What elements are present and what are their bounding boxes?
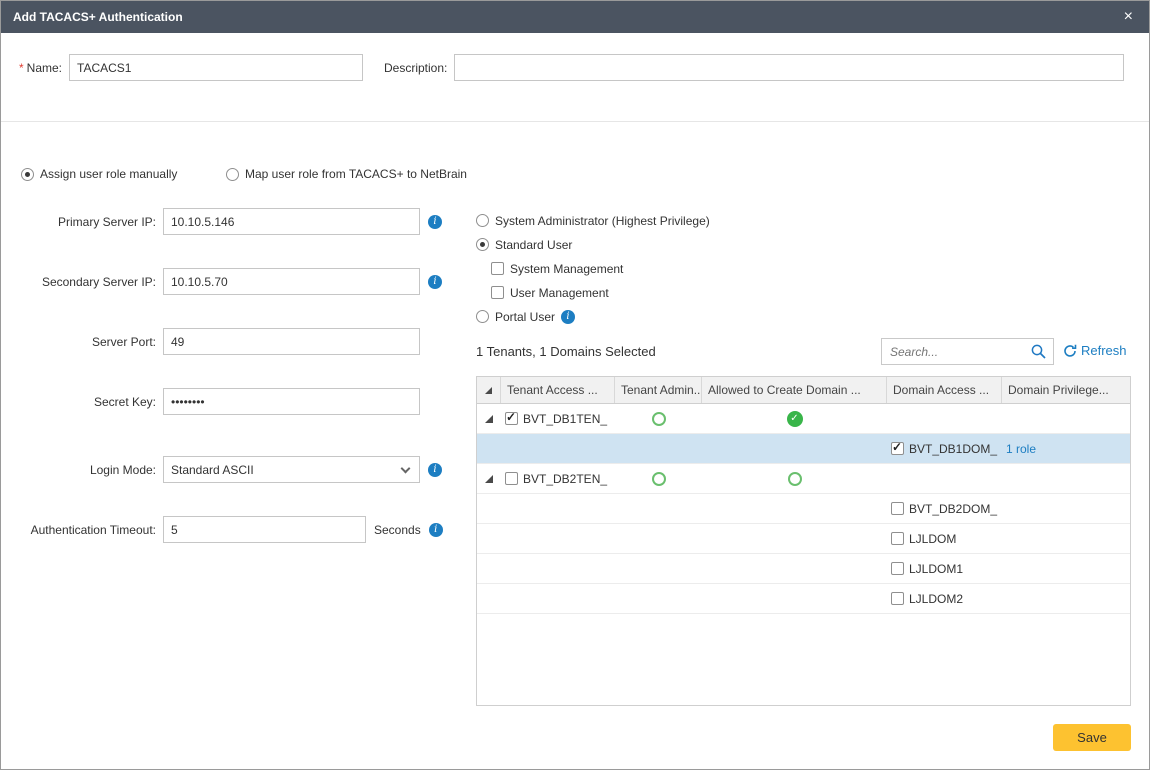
search-input[interactable] (888, 344, 1030, 360)
domain-label: LJLDOM2 (909, 592, 963, 606)
auth-timeout-label: Authentication Timeout: (1, 523, 156, 537)
tenant-domain-table: Tenant Access ... Tenant Admin... Allowe… (476, 376, 1131, 706)
col-tenant-admin[interactable]: Tenant Admin... (615, 377, 702, 403)
user-management-label: User Management (510, 286, 609, 300)
domain-checkbox[interactable] (891, 502, 904, 515)
col-tenant-access[interactable]: Tenant Access ... (501, 377, 615, 403)
secondary-server-ip-label: Secondary Server IP: (1, 275, 156, 289)
server-port-label: Server Port: (1, 335, 156, 349)
expander-icon[interactable] (485, 475, 493, 483)
system-management-checkbox[interactable] (491, 262, 504, 275)
role-count-link[interactable]: 1 role (1006, 442, 1036, 456)
description-input[interactable] (454, 54, 1124, 81)
table-row-domain[interactable]: LJLDOM (477, 524, 1130, 554)
assign-manually-label: Assign user role manually (40, 167, 177, 181)
assign-manually-radio[interactable] (21, 168, 34, 181)
info-icon[interactable] (429, 523, 443, 537)
auth-timeout-input[interactable] (163, 516, 366, 543)
allowed-create-none-icon (788, 472, 802, 486)
login-mode-value: Standard ASCII (171, 463, 254, 477)
col-allowed-create-domain[interactable]: Allowed to Create Domain ... (702, 377, 887, 403)
map-role-radio[interactable] (226, 168, 239, 181)
server-port-input[interactable] (163, 328, 420, 355)
add-tacacs-dialog: Add TACACS+ Authentication × * Name: Des… (0, 0, 1150, 770)
tenant-admin-none-icon (652, 412, 666, 426)
allowed-create-granted-icon (787, 411, 803, 427)
info-icon[interactable] (428, 215, 442, 229)
refresh-label: Refresh (1081, 343, 1127, 358)
dialog-titlebar: Add TACACS+ Authentication × (1, 1, 1149, 33)
login-mode-label: Login Mode: (1, 463, 156, 477)
selection-summary: 1 Tenants, 1 Domains Selected (476, 344, 656, 359)
name-input[interactable] (69, 54, 363, 81)
tenant-label: BVT_DB2TEN_ (523, 472, 607, 486)
portal-user-label: Portal User (495, 310, 555, 324)
description-label: Description: (384, 61, 447, 75)
refresh-icon (1063, 344, 1077, 358)
domain-checkbox[interactable] (891, 592, 904, 605)
table-row-domain[interactable]: BVT_DB1DOM_ 1 role (477, 434, 1130, 464)
required-asterisk: * (19, 61, 24, 75)
system-admin-label: System Administrator (Highest Privilege) (495, 214, 710, 228)
table-row-domain[interactable]: LJLDOM2 (477, 584, 1130, 614)
expand-all-header-cell[interactable] (477, 377, 501, 403)
tenant-admin-none-icon (652, 472, 666, 486)
info-icon[interactable] (428, 275, 442, 289)
user-management-checkbox[interactable] (491, 286, 504, 299)
standard-user-radio[interactable] (476, 238, 489, 251)
dialog-title: Add TACACS+ Authentication (13, 10, 183, 24)
info-icon[interactable] (428, 463, 442, 477)
refresh-button[interactable]: Refresh (1063, 343, 1127, 358)
tenant-checkbox[interactable] (505, 412, 518, 425)
tenant-label: BVT_DB1TEN_ (523, 412, 607, 426)
domain-checkbox[interactable] (891, 532, 904, 545)
table-row-domain[interactable]: BVT_DB2DOM_ (477, 494, 1130, 524)
section-divider (1, 121, 1149, 122)
name-label: Name: (27, 61, 62, 75)
col-domain-privilege[interactable]: Domain Privilege... (1002, 377, 1130, 403)
search-icon[interactable] (1030, 343, 1047, 360)
table-row-domain[interactable]: LJLDOM1 (477, 554, 1130, 584)
domain-label: BVT_DB1DOM_ (909, 442, 997, 456)
save-button[interactable]: Save (1053, 724, 1131, 751)
map-role-label: Map user role from TACACS+ to NetBrain (245, 167, 467, 181)
seconds-suffix-label: Seconds (374, 523, 421, 537)
domain-checkbox[interactable] (891, 562, 904, 575)
secret-key-input[interactable] (163, 388, 420, 415)
system-admin-radio[interactable] (476, 214, 489, 227)
table-row-tenant[interactable]: BVT_DB1TEN_ (477, 404, 1130, 434)
expander-icon[interactable] (485, 415, 493, 423)
search-box (881, 338, 1054, 365)
table-header-row: Tenant Access ... Tenant Admin... Allowe… (477, 377, 1130, 404)
col-domain-access[interactable]: Domain Access ... (887, 377, 1002, 403)
info-icon[interactable] (561, 310, 575, 324)
chevron-down-icon (401, 464, 411, 474)
standard-user-label: Standard User (495, 238, 572, 252)
secondary-server-ip-input[interactable] (163, 268, 420, 295)
domain-label: BVT_DB2DOM_ (909, 502, 997, 516)
system-management-label: System Management (510, 262, 623, 276)
domain-checkbox[interactable] (891, 442, 904, 455)
domain-label: LJLDOM (909, 532, 956, 546)
portal-user-radio[interactable] (476, 310, 489, 323)
close-icon[interactable]: × (1120, 7, 1137, 27)
tenant-checkbox[interactable] (505, 472, 518, 485)
expander-icon (485, 387, 492, 394)
table-row-tenant[interactable]: BVT_DB2TEN_ (477, 464, 1130, 494)
login-mode-select[interactable]: Standard ASCII (163, 456, 420, 483)
secret-key-label: Secret Key: (1, 395, 156, 409)
domain-label: LJLDOM1 (909, 562, 963, 576)
primary-server-ip-label: Primary Server IP: (1, 215, 156, 229)
primary-server-ip-input[interactable] (163, 208, 420, 235)
